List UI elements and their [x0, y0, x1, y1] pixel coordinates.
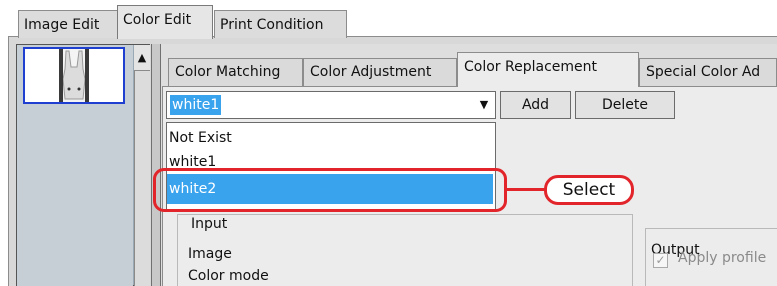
thumbnail-item[interactable] [23, 47, 125, 104]
delete-button[interactable]: Delete [575, 91, 675, 119]
callout-connector [507, 188, 545, 191]
tab-color-replacement[interactable]: Color Replacement [457, 52, 639, 87]
tab-color-edit[interactable]: Color Edit [117, 5, 213, 39]
apply-profile-label: Apply profile [678, 250, 767, 266]
input-group-title: Input [191, 216, 228, 232]
tab-color-adjustment[interactable]: Color Adjustment [303, 58, 457, 86]
scroll-up-icon[interactable]: ▲ [134, 45, 150, 71]
chevron-down-icon[interactable]: ▼ [476, 96, 492, 114]
add-button[interactable]: Add [500, 91, 571, 119]
panel-divider[interactable] [151, 44, 161, 286]
select-callout: Select [544, 175, 634, 205]
tab-print-condition[interactable]: Print Condition [214, 10, 347, 38]
image-label: Image [188, 246, 232, 262]
select-highlight-outline [153, 168, 507, 212]
option-not-exist[interactable]: Not Exist [168, 127, 232, 149]
thumbnail-scrollbar[interactable] [134, 45, 150, 286]
tab-special-color[interactable]: Special Color Ad [639, 58, 777, 86]
tab-image-edit[interactable]: Image Edit [18, 10, 119, 38]
rabbit-thumbnail-icon [59, 49, 89, 102]
replacement-select-value[interactable]: white1 [170, 95, 222, 115]
apply-profile-checkbox[interactable]: ✓ [653, 253, 668, 268]
color-mode-label: Color mode [188, 268, 269, 284]
tab-color-matching[interactable]: Color Matching [168, 58, 303, 86]
